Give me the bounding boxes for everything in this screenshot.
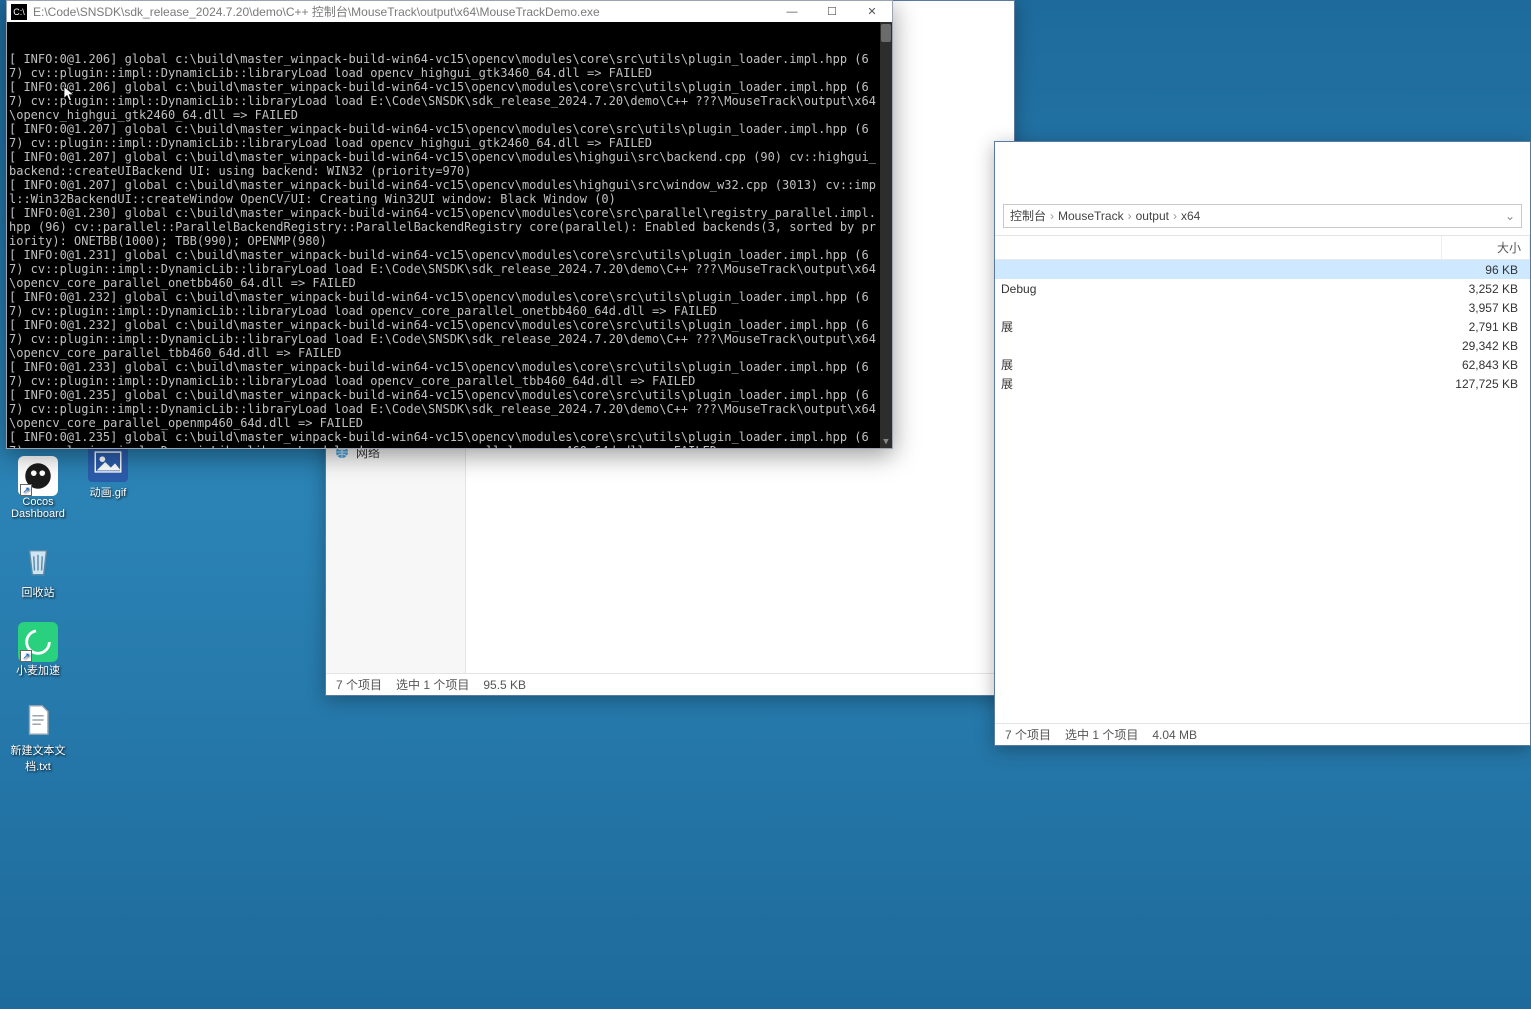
desktop-icon-recycle[interactable]: 回收站 <box>3 542 73 600</box>
chevron-down-icon[interactable]: ⌄ <box>1505 209 1515 223</box>
cell-type: 展 <box>995 375 1442 392</box>
table-row[interactable]: 96 KB <box>995 260 1530 279</box>
status-count: 7 个项目 <box>336 676 382 693</box>
icon-label: 新建文本文 档.txt <box>11 742 66 774</box>
console-window[interactable]: C:\ E:\Code\SNSDK\sdk_release_2024.7.20\… <box>6 0 893 449</box>
explorer-right-ribbon <box>995 142 1530 196</box>
console-output[interactable]: [ INFO:0@1.206] global c:\build\master_w… <box>7 22 892 448</box>
cell-size: 3,957 KB <box>1442 301 1530 315</box>
console-text: [ INFO:0@1.206] global c:\build\master_w… <box>9 52 890 448</box>
table-row[interactable]: 展2,791 KB <box>995 317 1530 336</box>
explorer-left-status: 7 个项目 选中 1 个项目 95.5 KB <box>326 673 1014 695</box>
breadcrumb[interactable]: 控制台› MouseTrack› output› x64 ⌄ <box>1003 204 1522 228</box>
explorer-right-list[interactable]: 96 KBDebug3,252 KB3,957 KB展2,791 KB29,34… <box>995 260 1530 723</box>
desktop-icon-newtxt[interactable]: 新建文本文 档.txt <box>3 700 73 774</box>
breadcrumb-part[interactable]: x64 <box>1181 209 1200 223</box>
minimize-button[interactable]: — <box>772 1 812 22</box>
cell-type: 展 <box>995 356 1442 373</box>
scroll-down-icon[interactable]: ▼ <box>880 436 892 448</box>
shortcut-arrow-icon: ↗ <box>20 484 32 496</box>
breadcrumb-part[interactable]: 控制台 <box>1010 207 1046 224</box>
explorer-window-right[interactable]: 控制台› MouseTrack› output› x64 ⌄ 大小 96 KBD… <box>994 141 1531 746</box>
shortcut-arrow-icon: ↗ <box>20 650 32 662</box>
breadcrumb-part[interactable]: MouseTrack <box>1058 209 1124 223</box>
explorer-right-status: 7 个项目 选中 1 个项目 4.04 MB <box>995 723 1530 745</box>
icon-label: 动画.gif <box>90 484 127 500</box>
icon-label: 小麦加速 <box>16 662 60 678</box>
status-count: 7 个项目 <box>1005 726 1051 743</box>
cell-size: 3,252 KB <box>1442 282 1530 296</box>
maximize-button[interactable]: ☐ <box>812 1 852 22</box>
table-row[interactable]: 展127,725 KB <box>995 374 1530 393</box>
recycle-bin-icon <box>18 542 58 582</box>
explorer-right-nav: 控制台› MouseTrack› output› x64 ⌄ <box>995 196 1530 236</box>
desktop-icon-column-2: 动画.gif <box>78 440 138 500</box>
icon-label: 回收站 <box>22 584 55 600</box>
table-row[interactable]: 展62,843 KB <box>995 355 1530 374</box>
cell-size: 29,342 KB <box>1442 339 1530 353</box>
breadcrumb-part[interactable]: output <box>1136 209 1169 223</box>
console-scrollbar[interactable]: ▲ ▼ <box>880 22 892 448</box>
table-row[interactable]: 29,342 KB <box>995 336 1530 355</box>
status-selected: 选中 1 个项目 <box>396 676 469 693</box>
explorer-right-columns[interactable]: 大小 <box>995 236 1530 260</box>
icon-label: Cocos Dashboard <box>11 496 65 520</box>
status-selected: 选中 1 个项目 <box>1065 726 1138 743</box>
cell-size: 62,843 KB <box>1442 358 1530 372</box>
cell-type: Debug <box>995 282 1442 296</box>
console-titlebar[interactable]: C:\ E:\Code\SNSDK\sdk_release_2024.7.20\… <box>7 1 892 22</box>
scroll-thumb[interactable] <box>881 24 891 42</box>
table-row[interactable]: 3,957 KB <box>995 298 1530 317</box>
textfile-icon <box>18 700 58 740</box>
desktop-icon-xiaomai[interactable]: ↗ 小麦加速 <box>3 622 73 678</box>
desktop-icon-cocos[interactable]: ↗ Cocos Dashboard <box>3 456 73 520</box>
cell-size: 127,725 KB <box>1442 377 1530 391</box>
desktop-icon-gif[interactable]: 动画.gif <box>78 442 138 500</box>
status-size: 95.5 KB <box>483 678 526 692</box>
cell-type: 展 <box>995 318 1442 335</box>
cell-size: 96 KB <box>1442 263 1530 277</box>
close-button[interactable]: ✕ <box>852 1 892 22</box>
cell-size: 2,791 KB <box>1442 320 1530 334</box>
table-row[interactable]: Debug3,252 KB <box>995 279 1530 298</box>
status-size: 4.04 MB <box>1152 728 1197 742</box>
console-title-text: E:\Code\SNSDK\sdk_release_2024.7.20\demo… <box>33 3 772 20</box>
column-header-size[interactable]: 大小 <box>1442 236 1530 259</box>
console-icon: C:\ <box>11 4 27 20</box>
